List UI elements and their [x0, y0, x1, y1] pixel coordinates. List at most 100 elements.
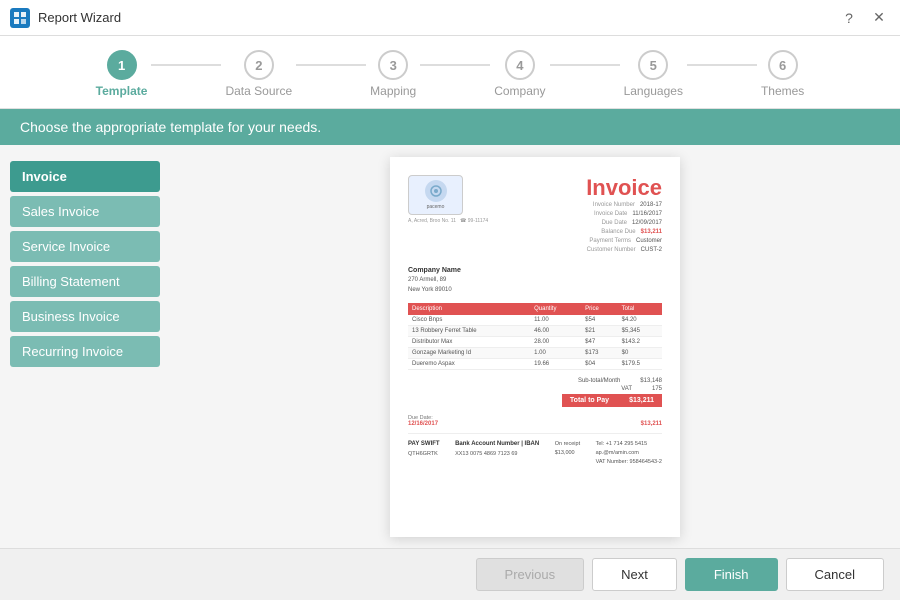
step-6[interactable]: 6 Themes — [761, 50, 804, 98]
col-price: Price — [581, 303, 617, 315]
table-cell: $47 — [581, 337, 617, 348]
total-pay-label: Total to Pay — [570, 397, 609, 404]
sidebar-item-service-invoice[interactable]: Service Invoice — [10, 231, 160, 262]
vat-row: VAT 175 — [621, 386, 662, 392]
table-row: Gonzage Marketing Id1.00$173$0 — [408, 348, 662, 359]
table-cell: Distributor Max — [408, 337, 530, 348]
invoice-date-value: 11/16/2017 — [632, 211, 662, 217]
payment-terms-value: Customer — [636, 238, 662, 244]
step-container: 1 Template 2 Data Source 3 Mapping 4 Com… — [96, 50, 805, 98]
step-line-3 — [420, 64, 490, 66]
vat-value: 175 — [652, 386, 662, 392]
title-bar-controls: ? ✕ — [838, 7, 890, 29]
balance-value: $13,211 — [641, 229, 662, 235]
table-cell: 11.00 — [530, 315, 581, 326]
table-row: Distributor Max28.00$47$143.2 — [408, 337, 662, 348]
sidebar-item-sales-invoice[interactable]: Sales Invoice — [10, 196, 160, 227]
close-button[interactable]: ✕ — [868, 7, 890, 29]
step-5-label: Languages — [624, 84, 683, 98]
customer-number-row: Customer Number CUST-2 — [586, 246, 662, 255]
footer-bar: Previous Next Finish Cancel — [0, 548, 900, 600]
invoice-header: pacemo A, Acred, Broo No. 11 ☎ 99-11174 … — [408, 175, 662, 255]
step-1-circle: 1 — [107, 50, 137, 80]
invoice-preview: pacemo A, Acred, Broo No. 11 ☎ 99-11174 … — [390, 157, 680, 537]
subtotal-label: Sub-total/Month — [578, 378, 620, 384]
total-pay-value: $13,211 — [629, 397, 654, 404]
step-2[interactable]: 2 Data Source — [225, 50, 292, 98]
invoice-date-row: Invoice Date 11/16/2017 — [586, 210, 662, 219]
step-6-circle: 6 — [768, 50, 798, 80]
footer-swift-value: QTH6GRTK — [408, 450, 440, 459]
invoice-number-label: Invoice Number — [593, 202, 635, 208]
step-5[interactable]: 5 Languages — [624, 50, 683, 98]
invoice-date-label: Invoice Date — [594, 211, 627, 217]
step-3[interactable]: 3 Mapping — [370, 50, 416, 98]
title-bar: Report Wizard ? ✕ — [0, 0, 900, 36]
step-line-1 — [151, 64, 221, 66]
table-cell: $179.5 — [618, 359, 662, 370]
invoice-title: Invoice — [586, 175, 662, 201]
cancel-button[interactable]: Cancel — [786, 558, 884, 591]
due-date-label: Due Date — [602, 220, 627, 226]
table-cell: Gonzage Marketing Id — [408, 348, 530, 359]
step-4-label: Company — [494, 84, 545, 98]
sidebar-item-invoice[interactable]: Invoice — [10, 161, 160, 192]
previous-button[interactable]: Previous — [476, 558, 585, 591]
subtotal-value: $13,148 — [640, 378, 662, 384]
table-cell: $04 — [581, 359, 617, 370]
step-line-5 — [687, 64, 757, 66]
step-2-circle: 2 — [244, 50, 274, 80]
footer-receipt-amount: $13,000 — [555, 449, 580, 458]
subtotal-row: Sub-total/Month $13,148 — [578, 378, 662, 384]
footer-bank-value: XX13 0075 4869 7123 69 — [455, 450, 539, 459]
header-message: Choose the appropriate template for your… — [20, 119, 321, 135]
step-1-label: Template — [96, 84, 148, 98]
step-line-4 — [550, 64, 620, 66]
next-button[interactable]: Next — [592, 558, 677, 591]
table-cell: $173 — [581, 348, 617, 359]
step-5-circle: 5 — [638, 50, 668, 80]
col-total: Total — [618, 303, 662, 315]
finish-button[interactable]: Finish — [685, 558, 778, 591]
table-row: Cisco Bnps11.00$54$4.20 — [408, 315, 662, 326]
help-button[interactable]: ? — [838, 7, 860, 29]
body-area: Invoice Sales Invoice Service Invoice Bi… — [0, 145, 900, 548]
footer-due-date: 12/16/2017 — [408, 421, 438, 427]
footer-pay-swift: PAY SWIFT QTH6GRTK — [408, 440, 440, 458]
footer-vat-number: VAT Number: 958464543-2 — [596, 458, 662, 467]
payment-terms-label: Payment Terms — [589, 238, 631, 244]
step-4[interactable]: 4 Company — [494, 50, 545, 98]
table-row: 13 Robbery Ferret Table46.00$21$5,345 — [408, 326, 662, 337]
footer-pay-swift-label: PAY SWIFT — [408, 441, 440, 447]
sidebar-item-billing-statement[interactable]: Billing Statement — [10, 266, 160, 297]
footer-bank: Bank Account Number | IBAN XX13 0075 486… — [455, 440, 539, 458]
invoice-logo: pacemo — [408, 175, 463, 215]
total-pay-row: Total to Pay $13,211 — [562, 394, 662, 407]
main-content: 1 Template 2 Data Source 3 Mapping 4 Com… — [0, 36, 900, 600]
table-cell: $143.2 — [618, 337, 662, 348]
customer-number-label: Customer Number — [587, 247, 636, 253]
footer-due-amount: $13,211 — [641, 421, 662, 427]
company-name: Company Name — [408, 267, 461, 274]
invoice-from-to: Company Name 270 Armell, 89 New York 890… — [408, 265, 662, 296]
logo-circle — [425, 180, 447, 202]
footer-receipt: On receipt $13,000 — [555, 440, 580, 458]
title-bar-left: Report Wizard — [10, 8, 121, 28]
due-date-value: 12/09/2017 — [632, 220, 662, 226]
vat-label: VAT — [621, 386, 632, 392]
invoice-due-date-footer: Due Date: 12/16/2017 $13,211 — [408, 415, 662, 427]
invoice-footer: PAY SWIFT QTH6GRTK Bank Account Number |… — [408, 433, 662, 466]
invoice-table: Description Quantity Price Total Cisco B… — [408, 303, 662, 370]
table-cell: 19.66 — [530, 359, 581, 370]
sidebar-item-business-invoice[interactable]: Business Invoice — [10, 301, 160, 332]
invoice-details-right: Invoice Number 2018-17 Invoice Date 11/1… — [586, 201, 662, 255]
step-4-circle: 4 — [505, 50, 535, 80]
header-bar: Choose the appropriate template for your… — [0, 109, 900, 145]
table-cell: Dueremo Aspax — [408, 359, 530, 370]
step-1[interactable]: 1 Template — [96, 50, 148, 98]
sidebar-item-recurring-invoice[interactable]: Recurring Invoice — [10, 336, 160, 367]
invoice-number-value: 2018-17 — [640, 202, 662, 208]
footer-on-receipt: On receipt — [555, 440, 580, 449]
invoice-logo-block: pacemo A, Acred, Broo No. 11 ☎ 99-11174 — [408, 175, 488, 224]
app-icon — [10, 8, 30, 28]
